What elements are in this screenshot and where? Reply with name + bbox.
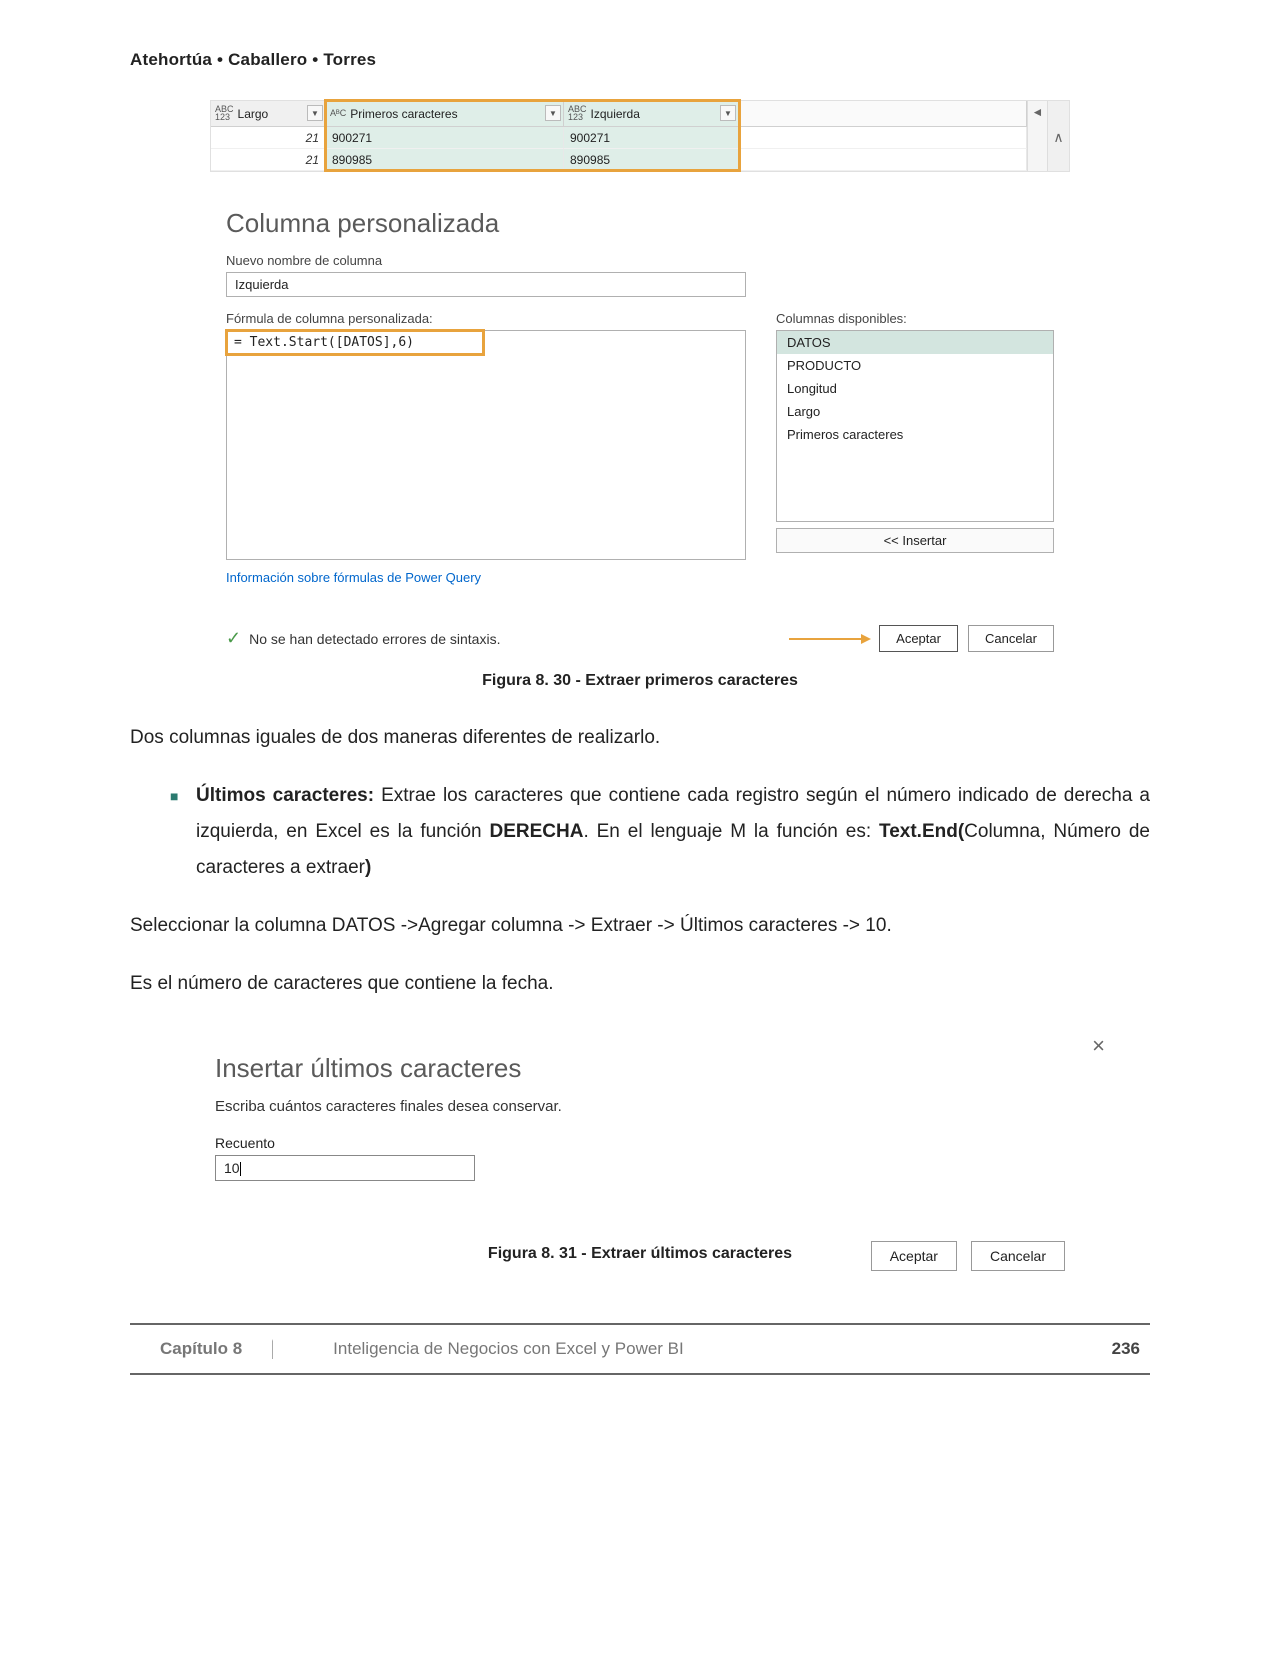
footer-chapter: Capítulo 8 — [130, 1339, 273, 1359]
arrow-annotation — [789, 638, 869, 640]
dialog-title: Columna personalizada — [226, 208, 1054, 239]
paragraph-3: Es el número de caracteres que contiene … — [130, 966, 1150, 1002]
col-izquierda: ABC 123 Izquierda ▼ 900271 890985 — [564, 101, 739, 171]
cancel-button[interactable]: Cancelar — [971, 1241, 1065, 1271]
col-header-label: Primeros caracteres — [350, 107, 457, 121]
available-item-producto[interactable]: PRODUCTO — [777, 354, 1053, 377]
cell-izquierda-1: 900271 — [564, 127, 739, 149]
scrollbar-up[interactable]: ∧ — [1047, 101, 1069, 171]
figure-31: × Insertar últimos caracteres Escriba cu… — [205, 1053, 1075, 1271]
bullet-ultimos: ■Últimos caracteres: Extrae los caracter… — [170, 778, 1150, 886]
available-columns-list[interactable]: DATOS PRODUCTO Longitud Largo Primeros c… — [776, 330, 1054, 522]
accept-button[interactable]: Aceptar — [879, 625, 958, 652]
dialog31-title: Insertar últimos caracteres — [215, 1053, 1065, 1084]
col-empty — [739, 101, 1027, 171]
col-largo: ABC 123 Largo ▼ 21 21 — [211, 101, 326, 171]
authors-line: Atehortúa • Caballero • Torres — [130, 50, 1150, 70]
footer-title: Inteligencia de Negocios con Excel y Pow… — [273, 1339, 1111, 1359]
bullet-t2: . En el lenguaje M la función es: — [583, 821, 879, 842]
type-icon-abc123: ABC 123 — [568, 106, 587, 120]
formula-text: = Text.Start([DATOS],6) — [225, 329, 485, 356]
col-header-label: Izquierda — [591, 107, 640, 121]
bullet-icon: ■ — [170, 783, 196, 810]
cell-largo-1: 21 — [211, 127, 326, 149]
figure-30: ABC 123 Largo ▼ 21 21 AᴮC Primeros carac… — [210, 100, 1070, 652]
count-input[interactable]: 10 — [215, 1155, 475, 1181]
syntax-status: ✓ No se han detectado errores de sintaxi… — [226, 628, 500, 649]
new-name-label: Nuevo nombre de columna — [226, 253, 1054, 268]
chevron-up-icon: ∧ — [1053, 129, 1063, 146]
chevron-down-icon[interactable]: ▼ — [545, 105, 561, 121]
count-value: 10 — [224, 1160, 240, 1176]
power-query-info-link[interactable]: Información sobre fórmulas de Power Quer… — [226, 570, 746, 585]
col-primeros: AᴮC Primeros caracteres ▼ 900271 890985 — [326, 101, 564, 171]
pq-preview-table: ABC 123 Largo ▼ 21 21 AᴮC Primeros carac… — [210, 100, 1070, 172]
bullet-b3: ) — [365, 857, 371, 878]
col-header-label: Largo — [238, 107, 269, 121]
accept-button[interactable]: Aceptar — [871, 1241, 957, 1271]
cancel-button[interactable]: Cancelar — [968, 625, 1054, 652]
formula-label: Fórmula de columna personalizada: — [226, 311, 746, 326]
check-icon: ✓ — [226, 628, 241, 649]
new-name-input[interactable]: Izquierda — [226, 272, 746, 297]
paragraph-1: Dos columnas iguales de dos maneras dife… — [130, 720, 1150, 756]
cell-largo-2: 21 — [211, 149, 326, 171]
expand-pane-icon[interactable]: ◄ — [1027, 101, 1047, 171]
col-header-primeros[interactable]: AᴮC Primeros caracteres ▼ — [326, 101, 564, 127]
paragraph-2: Seleccionar la columna DATOS ->Agregar c… — [130, 908, 1150, 944]
chevron-down-icon[interactable]: ▼ — [307, 105, 323, 121]
available-item-primeros[interactable]: Primeros caracteres — [777, 423, 1053, 446]
bullet-b1: DERECHA — [490, 821, 584, 842]
col-header-largo[interactable]: ABC 123 Largo ▼ — [211, 101, 326, 127]
available-item-datos[interactable]: DATOS — [777, 331, 1053, 354]
available-columns-label: Columnas disponibles: — [776, 311, 1054, 326]
formula-editor[interactable]: = Text.Start([DATOS],6) — [226, 330, 746, 560]
count-label: Recuento — [215, 1135, 1065, 1151]
close-icon[interactable]: × — [1092, 1033, 1105, 1059]
cell-primeros-2: 890985 — [326, 149, 564, 171]
syntax-status-text: No se han detectado errores de sintaxis. — [249, 631, 500, 647]
type-icon-abc123: ABC 123 — [215, 106, 234, 120]
cell-primeros-1: 900271 — [326, 127, 564, 149]
available-item-longitud[interactable]: Longitud — [777, 377, 1053, 400]
custom-column-dialog: Columna personalizada Nuevo nombre de co… — [210, 208, 1070, 652]
bullet-lead: Últimos caracteres: — [196, 785, 374, 806]
chevron-down-icon[interactable]: ▼ — [720, 105, 736, 121]
col-header-izquierda[interactable]: ABC 123 Izquierda ▼ — [564, 101, 739, 127]
figure-30-caption: Figura 8. 30 - Extraer primeros caracter… — [130, 672, 1150, 690]
bullet-b2: Text.End( — [879, 821, 964, 842]
dialog31-subtitle: Escriba cuántos caracteres finales desea… — [215, 1098, 1065, 1115]
type-icon-abc: AᴮC — [330, 109, 346, 118]
cell-izquierda-2: 890985 — [564, 149, 739, 171]
insert-button[interactable]: << Insertar — [776, 528, 1054, 553]
page-number: 236 — [1112, 1339, 1150, 1359]
available-item-largo[interactable]: Largo — [777, 400, 1053, 423]
page-footer: Capítulo 8 Inteligencia de Negocios con … — [130, 1323, 1150, 1375]
